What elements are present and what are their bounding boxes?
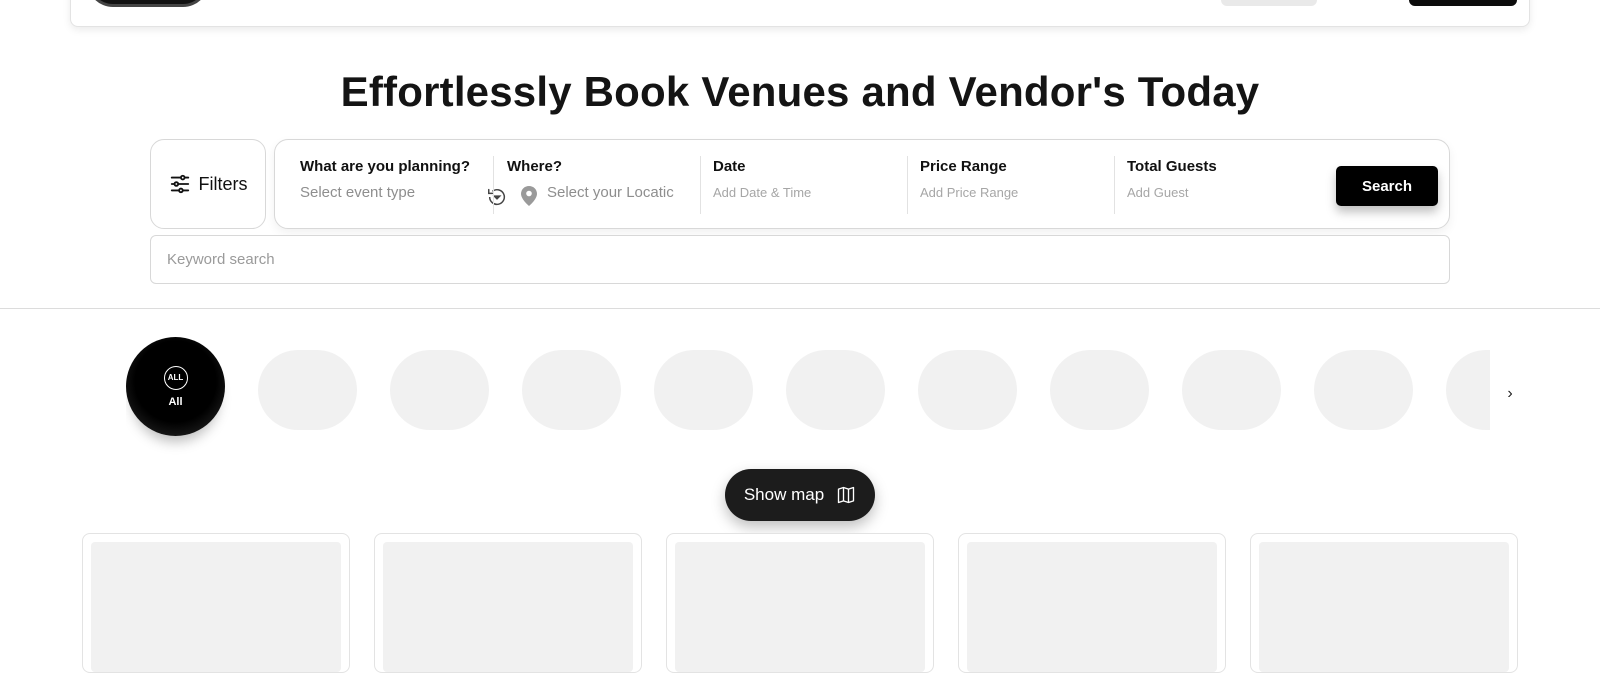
keyword-search-input[interactable] [150, 235, 1450, 284]
field-divider [1114, 156, 1115, 214]
category-placeholder[interactable] [258, 350, 357, 430]
nav-secondary-button[interactable] [1221, 0, 1317, 6]
listing-card[interactable] [374, 533, 642, 673]
field-divider [493, 156, 494, 214]
location-label: Where? [507, 158, 563, 175]
location-field[interactable]: Where? Select your Locatic [507, 156, 697, 214]
listing-card[interactable] [958, 533, 1226, 673]
category-placeholder[interactable] [918, 350, 1017, 430]
category-carousel: ALL All [126, 337, 1490, 457]
page-title: Effortlessly Book Venues and Vendor's To… [340, 68, 1260, 115]
listing-card[interactable] [666, 533, 934, 673]
logo[interactable] [87, 0, 209, 7]
date-field[interactable]: Date Add Date & Time [713, 156, 903, 214]
top-nav [70, 0, 1530, 27]
event-type-label: What are you planning? [300, 158, 471, 175]
guests-input[interactable]: Add Guest [1127, 185, 1317, 200]
listing-image-placeholder [1259, 542, 1509, 672]
filters-label: Filters [198, 173, 248, 194]
category-placeholder[interactable] [1182, 350, 1281, 430]
nav-primary-button[interactable] [1409, 0, 1517, 6]
price-range-label: Price Range [920, 158, 1007, 175]
category-all[interactable]: ALL All [126, 337, 225, 436]
price-range-input[interactable]: Add Price Range [920, 185, 1110, 200]
listing-card[interactable] [82, 533, 350, 673]
filters-button[interactable]: Filters [150, 139, 266, 229]
category-placeholder[interactable] [1050, 350, 1149, 430]
category-placeholder[interactable] [522, 350, 621, 430]
section-divider [0, 308, 1600, 309]
show-map-label: Show map [743, 485, 825, 504]
listing-card[interactable] [1250, 533, 1518, 673]
listing-image-placeholder [967, 542, 1217, 672]
sliders-icon [170, 174, 189, 194]
guests-field[interactable]: Total Guests Add Guest [1127, 156, 1317, 214]
date-label: Date [713, 158, 746, 175]
listing-image-placeholder [383, 542, 633, 672]
listing-image-placeholder [91, 542, 341, 672]
reset-icon[interactable] [486, 186, 508, 208]
all-icon: ALL [163, 365, 188, 390]
event-type-field[interactable]: What are you planning? Select event type [300, 156, 505, 214]
chevron-right-icon[interactable]: › [1500, 384, 1520, 404]
date-input[interactable]: Add Date & Time [713, 185, 903, 200]
field-divider [700, 156, 701, 214]
search-panel: What are you planning? Select event type… [274, 139, 1450, 229]
category-placeholder[interactable] [1446, 350, 1490, 430]
price-range-field[interactable]: Price Range Add Price Range [920, 156, 1110, 214]
map-pin-icon [521, 186, 537, 206]
category-placeholder[interactable] [1314, 350, 1413, 430]
map-icon [837, 486, 855, 504]
field-divider [907, 156, 908, 214]
search-button[interactable]: Search [1336, 166, 1438, 206]
event-type-select[interactable]: Select event type [300, 184, 490, 201]
category-placeholder[interactable] [654, 350, 753, 430]
guests-label: Total Guests [1127, 158, 1217, 175]
listing-image-placeholder [675, 542, 925, 672]
category-all-label: All [168, 395, 183, 408]
category-placeholder[interactable] [390, 350, 489, 430]
show-map-button[interactable]: Show map [725, 469, 875, 521]
category-placeholder[interactable] [786, 350, 885, 430]
